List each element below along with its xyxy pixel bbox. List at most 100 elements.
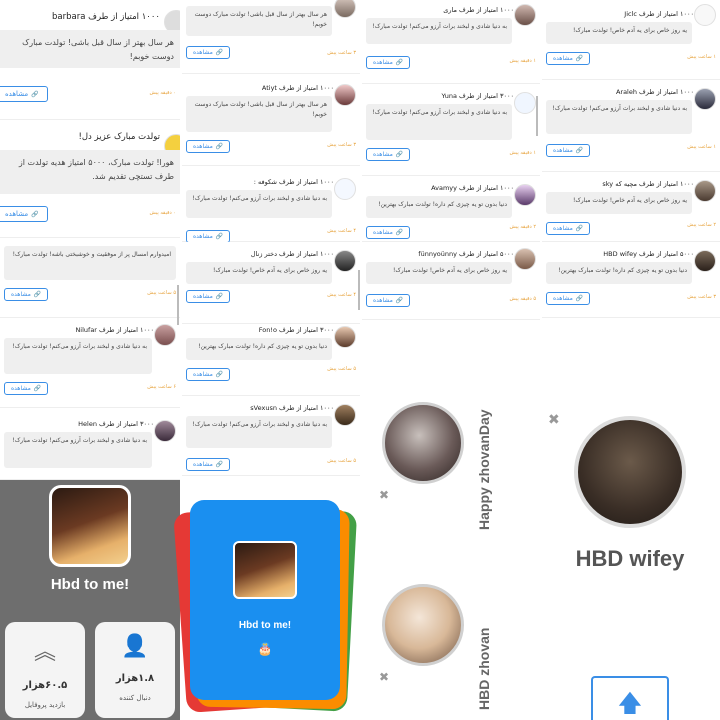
timestamp: ۵ ساعت پیش [147, 290, 176, 296]
gift-header: ۱۰۰۰ امتیاز از طرف مچیه که sky [602, 180, 694, 188]
gift-card: ۱۰۰۰ امتیاز از طرف ماری به دنیا شادی و ل… [362, 0, 540, 84]
gift-message: به دنیا شادی و لبخند برات آرزو می‌کنم! ت… [366, 18, 512, 44]
gift-message: دنیا بدون تو یه چیزی کم داره! تولدت مبار… [186, 338, 332, 360]
avatar[interactable] [694, 250, 716, 272]
link-icon: 🔗 [33, 385, 42, 392]
gift-message-text: به دنیا شادی و لبخند برات آرزو می‌کنم! ت… [12, 437, 147, 444]
gift-header: ۳۰۰۰ امتیاز از طرف Fon!o [258, 326, 334, 334]
avatar[interactable] [694, 4, 716, 26]
profile-photo[interactable] [49, 485, 131, 567]
view-button[interactable]: 🔗مشاهده [546, 222, 591, 235]
link-icon: 🔗 [31, 91, 39, 98]
gift-message-text: هر سال بهتر از سال قبل باشی! تولدت مبارک… [194, 11, 327, 29]
story-caption: HBD zhovan [476, 627, 492, 710]
close-icon[interactable]: ✖ [379, 670, 389, 684]
gift-header: ۳۰۰۰ امتیاز از طرف Helen [78, 420, 154, 428]
gift-message: هر سال بهتر از سال قبل باشی! تولدت مبارک… [0, 30, 180, 68]
wifey-panel: ✖ HBD wifey 🡅 [540, 400, 720, 720]
view-button[interactable]: 🔗مشاهده [366, 148, 411, 161]
stat-visits[interactable]: ︽ ۶۰.۵هزار بازدید پروفایل [5, 622, 85, 718]
gift-message-text: یه روز خاص برای یه آدم خاص! تولدت مبارک! [572, 197, 687, 204]
view-button[interactable]: 🔗مشاهده [186, 140, 231, 153]
view-button[interactable]: 🔗مشاهده [186, 290, 231, 303]
gift-message: دنیا بدون تو یه چیزی کم داره! تولدت مبار… [366, 196, 512, 218]
avatar[interactable] [334, 178, 356, 200]
timestamp: ۶ ساعت پیش [147, 384, 176, 390]
arrow-up-icon: 🡅 [617, 689, 643, 717]
scrollbar[interactable] [536, 96, 538, 136]
view-label: مشاهده [5, 90, 29, 98]
gift-message-text: یه روز خاص برای یه آدم خاص! تولدت مبارک! [572, 27, 687, 34]
column-d: ۱۰۰۰ امتیاز از طرف Jiclc یه روز خاص برای… [542, 0, 720, 318]
view-label: مشاهده [373, 59, 393, 66]
avatar[interactable] [694, 180, 716, 202]
birthday-card-title: Hbd to me! [238, 620, 292, 631]
avatar[interactable] [334, 0, 356, 18]
view-button[interactable]: 🔗مشاهده [0, 86, 48, 102]
stat-visits-label: بازدید پروفایل [24, 701, 66, 709]
view-button[interactable]: 🔗مشاهده [546, 144, 591, 157]
column-c: ۱۰۰۰ امتیاز از طرف ماری به دنیا شادی و ل… [362, 0, 540, 320]
timestamp: ۵ ساعت پیش [327, 366, 356, 372]
avatar[interactable] [334, 404, 356, 426]
view-button[interactable]: 🔗مشاهده [546, 292, 591, 305]
wifey-title: HBD wifey [575, 546, 685, 571]
story-tile[interactable]: HBD zhovan ✖ [362, 540, 540, 720]
gift-message-text: دنیا بدون تو یه چیزی کم داره! تولدت مبار… [558, 267, 687, 274]
avatar[interactable] [514, 92, 536, 114]
view-button[interactable]: 🔗مشاهده [4, 382, 49, 395]
link-icon: 🔗 [33, 291, 42, 298]
timestamp: ۰ دقیقه پیش [149, 210, 176, 216]
view-button[interactable]: 🔗مشاهده [186, 368, 231, 381]
scroll-top-button[interactable]: 🡅 [591, 676, 669, 720]
view-button[interactable]: 🔗مشاهده [186, 458, 231, 471]
view-button[interactable]: 🔗مشاهده [546, 52, 591, 65]
scrollbar[interactable] [177, 285, 179, 325]
gift-message-text: هر سال بهتر از سال قبل باشی! تولدت مبارک… [194, 101, 327, 119]
view-button[interactable]: 🔗مشاهده [186, 46, 231, 59]
avatar[interactable] [514, 248, 536, 270]
view-label: مشاهده [193, 293, 213, 300]
gift-message: به دنیا شادی و لبخند برات آرزو می‌کنم! ت… [4, 432, 152, 468]
view-label: مشاهده [373, 151, 393, 158]
timestamp: ۴ ساعت پیش [327, 292, 356, 298]
link-icon: 🔗 [575, 295, 584, 302]
timestamp: ۱ دقیقه پیش [509, 150, 536, 156]
avatar[interactable] [334, 326, 356, 348]
avatar[interactable] [514, 4, 536, 26]
avatar[interactable] [514, 184, 536, 206]
avatar[interactable] [334, 84, 356, 106]
view-button[interactable]: 🔗مشاهده [366, 226, 411, 239]
gift-card: ۵۰۰۰ امتیاز از طرف HBD wifey دنیا بدون ت… [542, 242, 720, 318]
close-icon[interactable]: ✖ [379, 488, 389, 502]
gift-header: ۱۰۰۰ امتیاز از طرف barbara [52, 12, 160, 22]
story-tile[interactable]: Happy zhovanDay ✖ [362, 360, 540, 540]
view-button[interactable]: 🔗مشاهده [4, 288, 49, 301]
avatar[interactable] [154, 420, 176, 442]
wifey-photo[interactable] [574, 416, 686, 528]
close-icon[interactable]: ✖ [548, 412, 560, 428]
view-label: مشاهده [11, 385, 31, 392]
gift-card: ۳۰۰۰ امتیاز از طرف Yuna به دنیا شادی و ل… [362, 84, 540, 176]
gift-card: ۱۰۰۰ امتیاز از طرف Avamyy دنیا بدون تو ی… [362, 176, 540, 242]
gift-card: ۵۰۰۰ امتیاز از طرف fünnyoünny یه روز خاص… [362, 242, 540, 320]
avatar[interactable] [154, 324, 176, 346]
link-icon: 🔗 [215, 143, 224, 150]
view-button[interactable]: 🔗مشاهده [0, 206, 48, 222]
avatar[interactable] [334, 250, 356, 272]
stat-followers[interactable]: 👤 ۱.۸هزار دنبال کننده [95, 622, 175, 718]
user-icon: 👤 [121, 634, 149, 659]
link-icon: 🔗 [395, 59, 404, 66]
stat-followers-label: دنبال کننده [119, 694, 151, 702]
view-label: مشاهده [193, 371, 213, 378]
gift-header: ۱۰۰۰ امتیاز از طرف Atiyt [261, 84, 334, 92]
view-label: مشاهده [553, 55, 573, 62]
avatar[interactable] [694, 88, 716, 110]
scrollbar[interactable] [358, 270, 360, 310]
view-label: مشاهده [193, 233, 213, 240]
view-button[interactable]: 🔗مشاهده [366, 294, 411, 307]
gift-message: هر سال بهتر از سال قبل باشی! تولدت مبارک… [186, 96, 332, 132]
view-button[interactable]: 🔗مشاهده [366, 56, 411, 69]
view-label: مشاهده [5, 210, 29, 218]
birthday-card[interactable]: Hbd to me! 🎂 [190, 500, 340, 700]
